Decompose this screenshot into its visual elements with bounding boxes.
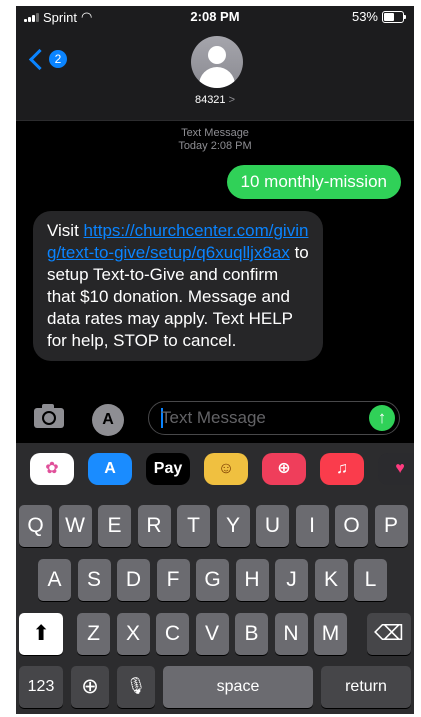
digital-touch-icon[interactable]: ♥ [378,453,414,485]
space-key[interactable]: space [163,666,313,708]
key-l[interactable]: L [354,559,387,601]
microphone-icon[interactable]: 🎙 [117,666,155,708]
app-drawer: ✿ A Pay ☺ ⊕ ♫ ♥ [16,443,414,495]
search-images-icon[interactable]: ⊕ [262,453,306,485]
numbers-key[interactable]: 123 [19,666,63,708]
chevron-right-icon: > [228,94,236,106]
keyboard: Q W E R T Y U I O P A S D F G H J K L ⬆ Z X C V B N M ⌫ 123 ⊕ 🎙 space re… [16,495,414,714]
status-bar: Sprint ◠ 2:08 PM 53% [16,6,414,28]
contact-number: 84321 [194,94,226,106]
setup-link[interactable]: https://churchcenter.com/giving/text-to-… [47,221,308,262]
photos-app-icon[interactable]: ✿ [30,453,74,485]
key-u[interactable]: U [256,505,289,547]
key-j[interactable]: J [275,559,308,601]
message-timestamp: Text Message Today 2:08 PM [16,127,414,153]
back-button[interactable]: 2 [28,48,67,70]
key-i[interactable]: I [295,505,329,547]
battery-group: 53% [351,9,406,24]
key-a[interactable]: A [38,559,71,601]
memoji-icon[interactable]: ☺ [204,453,248,485]
key-x[interactable]: X [116,613,150,655]
music-icon[interactable]: ♫ [320,453,364,485]
key-q[interactable]: Q [19,505,52,547]
key-e[interactable]: E [98,505,131,547]
app-store-icon[interactable]: A [88,453,132,485]
key-y[interactable]: Y [216,505,250,547]
key-g[interactable]: G [196,559,229,601]
key-z[interactable]: Z [77,613,110,655]
battery-icon [382,10,406,23]
avatar-head [208,46,226,64]
unread-badge: 2 [49,50,67,68]
key-p[interactable]: P [374,505,408,547]
key-f[interactable]: F [156,559,190,601]
message-input[interactable] [161,402,361,434]
message-time-label: Today 2:08 PM [178,140,252,152]
key-v[interactable]: V [195,613,229,655]
compose-bar: A ↑ [16,396,414,438]
chevron-left-icon [28,48,51,70]
conversation-header: 2 84321 > [16,28,414,121]
globe-icon[interactable]: ⊕ [71,666,109,708]
message-prefix: Visit [47,221,84,240]
key-w[interactable]: W [58,505,92,547]
avatar-body [199,67,235,88]
key-n[interactable]: N [274,613,308,655]
key-c[interactable]: C [156,613,189,655]
sent-message-bubble[interactable]: 10 monthly-mission [226,165,401,199]
message-field[interactable]: ↑ [148,401,400,435]
apple-pay-icon[interactable]: Pay [146,453,190,485]
app-store-button[interactable]: A [92,404,124,436]
camera-icon[interactable] [34,404,64,428]
key-o[interactable]: O [335,505,368,547]
key-k[interactable]: K [314,559,348,601]
key-t[interactable]: T [177,505,210,547]
message-type-label: Text Message [181,127,249,139]
key-h[interactable]: H [235,559,269,601]
key-d[interactable]: D [117,559,150,601]
shift-key[interactable]: ⬆ [19,613,63,655]
messages-screen: Sprint ◠ 2:08 PM 53% 2 84321 > Text Mess… [16,6,414,714]
received-message-bubble[interactable]: Visit https://churchcenter.com/giving/te… [33,211,323,361]
key-r[interactable]: R [137,505,171,547]
contact-avatar[interactable] [191,36,243,88]
battery-percent: 53% [351,9,378,24]
delete-key[interactable]: ⌫ [367,613,411,655]
send-button[interactable]: ↑ [369,405,395,431]
key-b[interactable]: B [235,613,268,655]
key-m[interactable]: M [314,613,347,655]
contact-name[interactable]: 84321 > [16,94,414,106]
return-key[interactable]: return [321,666,411,708]
key-s[interactable]: S [77,559,111,601]
